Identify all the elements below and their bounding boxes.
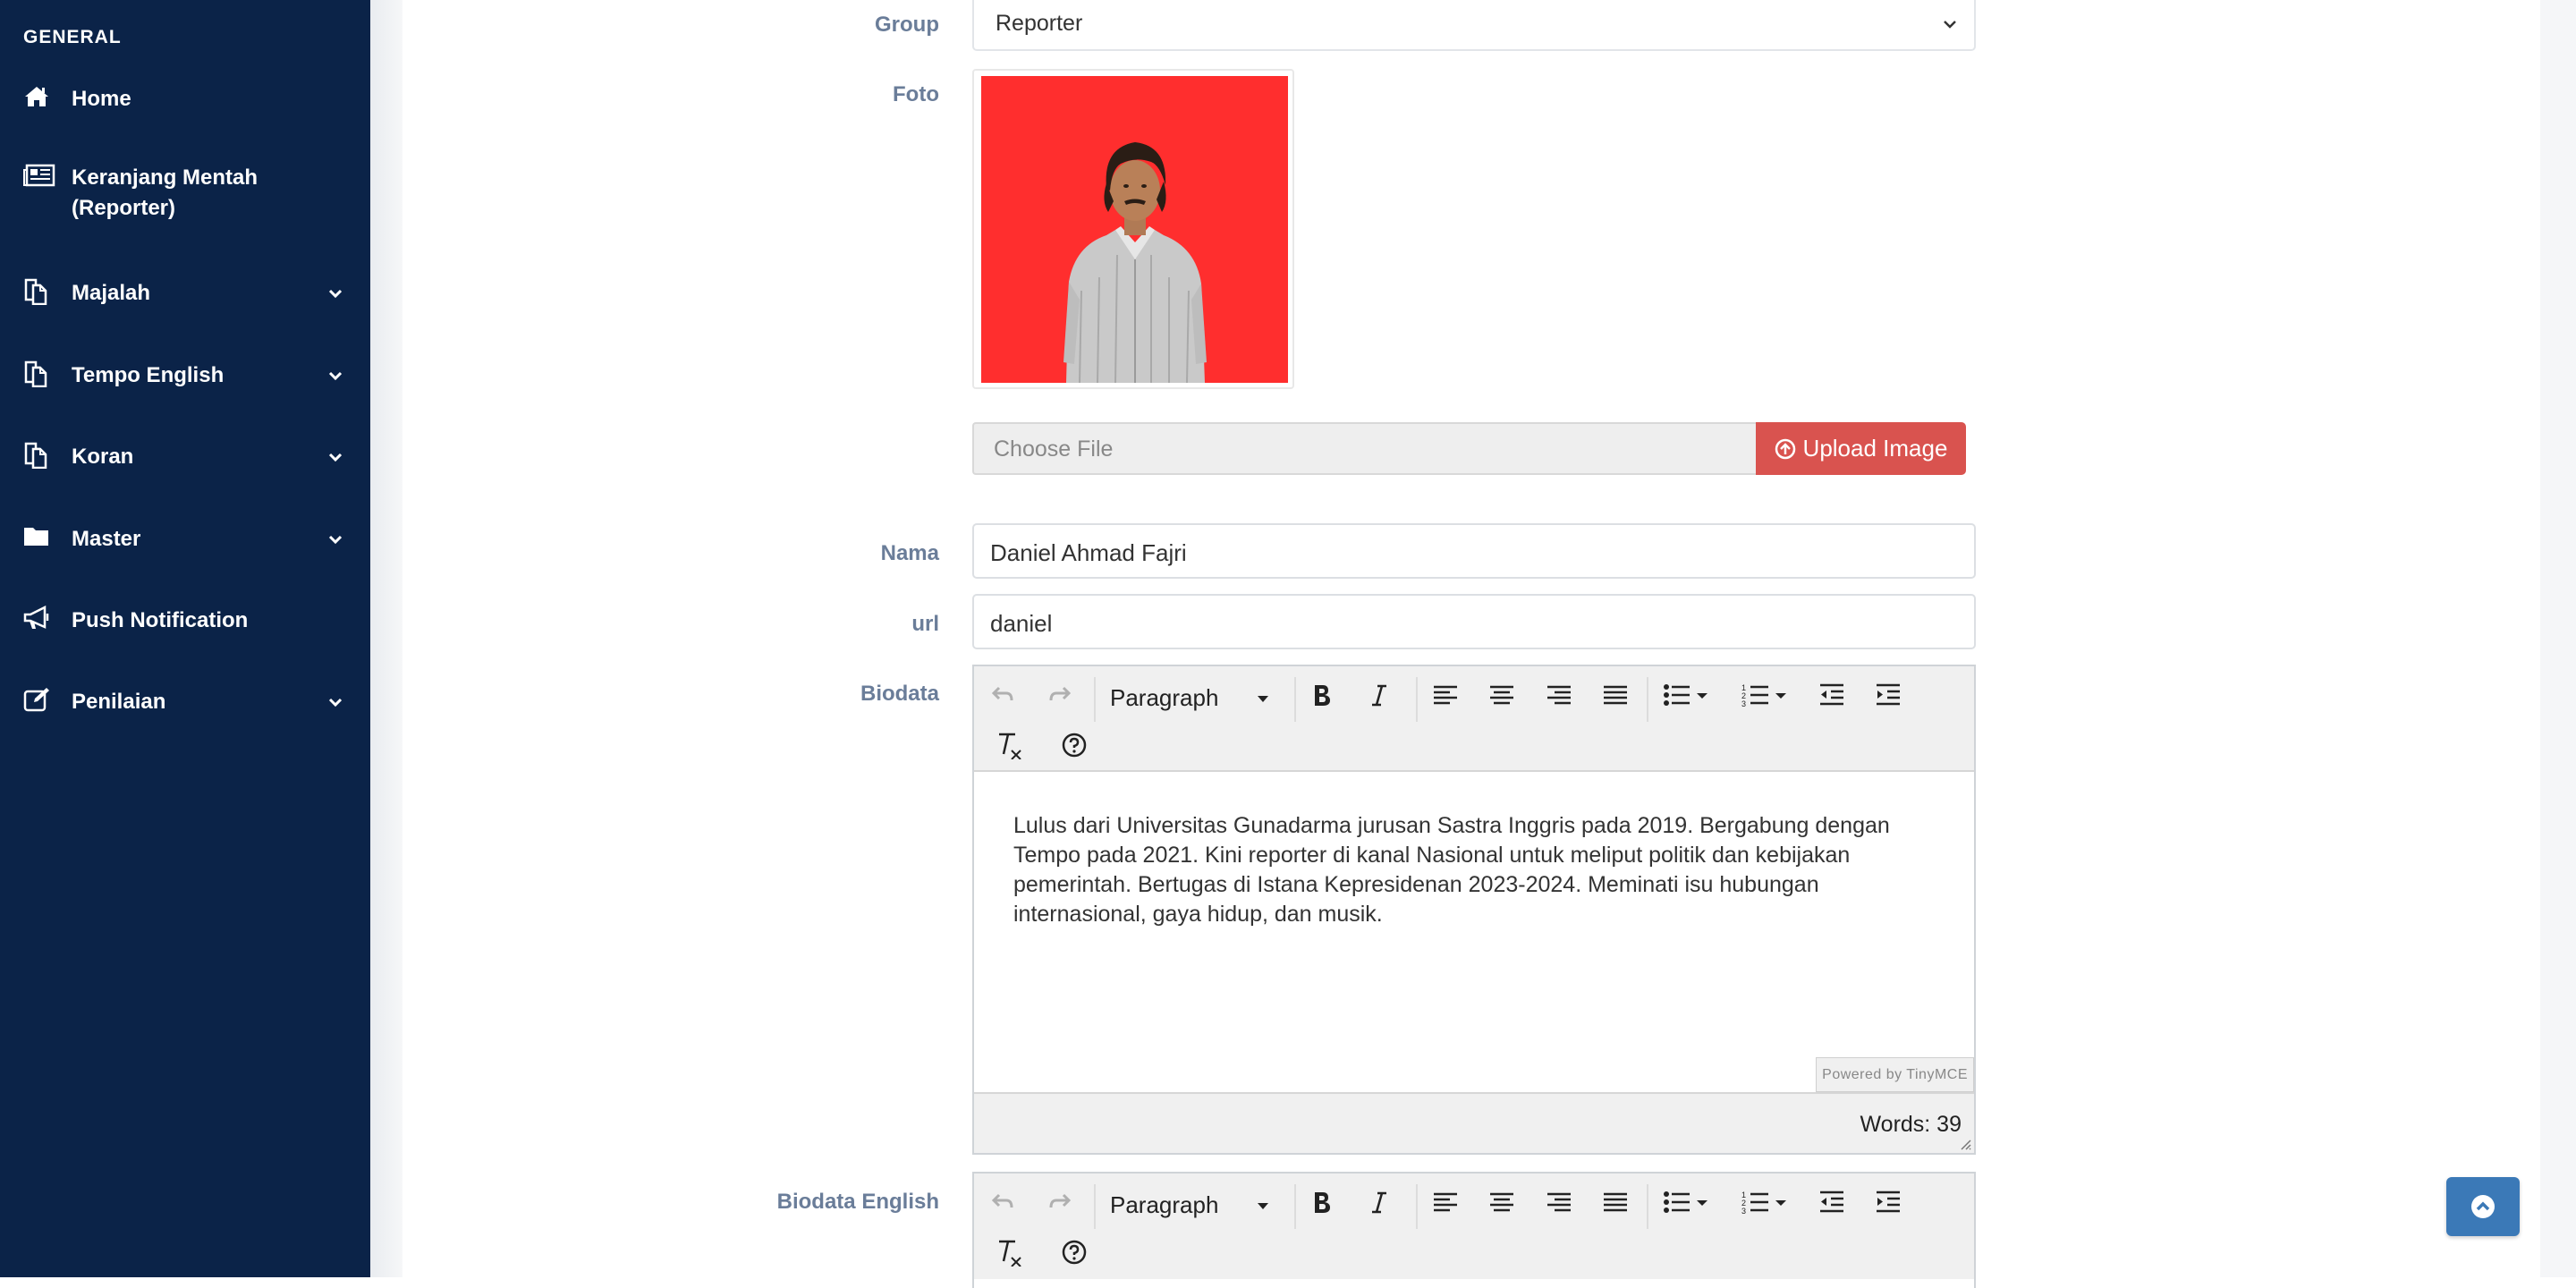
bullet-list-icon[interactable] xyxy=(1663,682,1709,708)
copy-icon xyxy=(23,442,54,470)
align-justify-icon[interactable] xyxy=(1602,1190,1629,1215)
chevron-up-circle-icon xyxy=(2471,1195,2495,1218)
url-input[interactable]: daniel xyxy=(972,594,1976,649)
svg-text:3: 3 xyxy=(1741,699,1746,708)
svg-text:3: 3 xyxy=(1741,1207,1746,1215)
biodata-content[interactable]: Lulus dari Universitas Gunadarma jurusan… xyxy=(974,772,1974,1092)
newspaper-icon xyxy=(23,163,55,190)
align-left-icon[interactable] xyxy=(1432,1190,1459,1215)
caret-down-icon xyxy=(1258,1203,1268,1209)
sidebar-heading: GENERAL xyxy=(23,27,122,47)
sidebar-item-label: Majalah xyxy=(72,281,151,305)
format-select-value: Paragraph xyxy=(1110,1191,1219,1218)
sidebar-item-home[interactable]: Home xyxy=(23,84,345,114)
nama-input[interactable]: Daniel Ahmad Fajri xyxy=(972,523,1976,579)
sidebar-item-label: Penilaian xyxy=(72,690,166,714)
sidebar-item-majalah[interactable]: Majalah xyxy=(23,278,345,309)
powered-by-tinymce[interactable]: Powered by TinyMCE xyxy=(1816,1057,1974,1092)
home-icon xyxy=(23,84,54,111)
upload-image-label: Upload Image xyxy=(1802,435,1948,462)
biodata-label: Biodata xyxy=(860,682,939,706)
edit-icon xyxy=(23,687,54,714)
file-placeholder: Choose File xyxy=(994,436,1114,462)
sidebar-item-keranjang-mentah[interactable]: Keranjang Mentah (Reporter) xyxy=(23,163,345,224)
scroll-to-top-button[interactable] xyxy=(2446,1177,2520,1236)
undo-icon[interactable] xyxy=(990,1190,1015,1213)
chevron-down-icon xyxy=(328,453,343,462)
sidebar-item-push-notification[interactable]: Push Notification xyxy=(23,605,345,636)
group-label: Group xyxy=(875,13,939,37)
sidebar-item-label: Tempo English xyxy=(72,363,225,387)
chevron-down-icon xyxy=(1944,21,1956,29)
redo-icon[interactable] xyxy=(1047,1190,1072,1213)
sidebar-item-koran[interactable]: Koran xyxy=(23,442,345,472)
sidebar: GENERAL Home Keranjang Mentah (Reporter)… xyxy=(0,0,370,1277)
copy-icon xyxy=(23,278,54,306)
bullet-list-icon[interactable] xyxy=(1663,1190,1709,1215)
sidebar-item-label: Keranjang Mentah (Reporter) xyxy=(72,165,258,220)
align-right-icon[interactable] xyxy=(1546,1190,1572,1215)
bold-icon[interactable] xyxy=(1310,682,1334,708)
biodata-text: Lulus dari Universitas Gunadarma jurusan… xyxy=(1013,813,1890,927)
format-select-value: Paragraph xyxy=(1110,684,1219,711)
chevron-down-icon xyxy=(328,289,343,299)
format-select[interactable]: Paragraph xyxy=(1110,684,1280,720)
folder-icon xyxy=(23,524,54,551)
nama-label: Nama xyxy=(880,541,939,565)
align-justify-icon[interactable] xyxy=(1602,682,1629,708)
biodata-english-toolbar: Paragraph 123 xyxy=(974,1174,1974,1279)
profile-photo xyxy=(981,76,1288,383)
italic-icon[interactable] xyxy=(1368,1190,1391,1215)
sidebar-item-penilaian[interactable]: Penilaian xyxy=(23,687,345,717)
numbered-list-icon[interactable]: 123 xyxy=(1741,682,1788,708)
biodata-english-editor: Paragraph 123 xyxy=(972,1172,1976,1288)
clear-format-icon[interactable] xyxy=(996,731,1022,759)
sidebar-item-label: Push Notification xyxy=(72,608,249,632)
indent-icon[interactable] xyxy=(1875,1190,1902,1215)
align-right-icon[interactable] xyxy=(1546,682,1572,708)
sidebar-item-label: Home xyxy=(72,87,131,111)
help-icon[interactable] xyxy=(1062,1240,1087,1265)
right-gutter xyxy=(2540,0,2576,1277)
upload-image-button[interactable]: Upload Image xyxy=(1756,422,1966,475)
chevron-down-icon xyxy=(328,535,343,545)
bold-icon[interactable] xyxy=(1310,1190,1334,1215)
caret-down-icon xyxy=(1258,696,1268,702)
redo-icon[interactable] xyxy=(1047,682,1072,706)
biodata-statusbar: Words: 39 xyxy=(974,1092,1974,1153)
outdent-icon[interactable] xyxy=(1818,682,1845,708)
sidebar-item-tempo-english[interactable]: Tempo English xyxy=(23,360,345,391)
align-left-icon[interactable] xyxy=(1432,682,1459,708)
indent-icon[interactable] xyxy=(1875,682,1902,708)
biodata-toolbar: Paragraph 123 xyxy=(974,666,1974,772)
biodata-english-label: Biodata English xyxy=(776,1190,939,1214)
format-select[interactable]: Paragraph xyxy=(1110,1191,1280,1227)
italic-icon[interactable] xyxy=(1368,682,1391,708)
undo-icon[interactable] xyxy=(990,682,1015,706)
sidebar-item-label: Master xyxy=(72,527,141,551)
group-select[interactable]: Reporter xyxy=(972,0,1976,51)
content-gutter xyxy=(370,0,402,1277)
upload-circle-icon xyxy=(1775,438,1795,459)
sidebar-item-master[interactable]: Master xyxy=(23,524,345,555)
resize-handle-icon[interactable] xyxy=(1958,1137,1972,1151)
photo-preview xyxy=(972,69,1294,389)
foto-label: Foto xyxy=(893,82,939,106)
chevron-down-icon xyxy=(328,371,343,381)
chevron-down-icon xyxy=(328,698,343,708)
bullhorn-icon xyxy=(23,605,54,632)
copy-icon xyxy=(23,360,54,388)
word-count: Words: 39 xyxy=(1860,1112,1962,1137)
biodata-editor: Paragraph 123 Lulus dari Universitas Gun… xyxy=(972,665,1976,1155)
align-center-icon[interactable] xyxy=(1488,682,1515,708)
url-label: url xyxy=(911,612,939,636)
numbered-list-icon[interactable]: 123 xyxy=(1741,1190,1788,1215)
clear-format-icon[interactable] xyxy=(996,1238,1022,1267)
sidebar-item-label: Koran xyxy=(72,445,134,469)
help-icon[interactable] xyxy=(1062,733,1087,758)
outdent-icon[interactable] xyxy=(1818,1190,1845,1215)
choose-file-input[interactable]: Choose File xyxy=(972,422,1758,475)
group-select-value: Reporter xyxy=(996,11,1083,36)
align-center-icon[interactable] xyxy=(1488,1190,1515,1215)
